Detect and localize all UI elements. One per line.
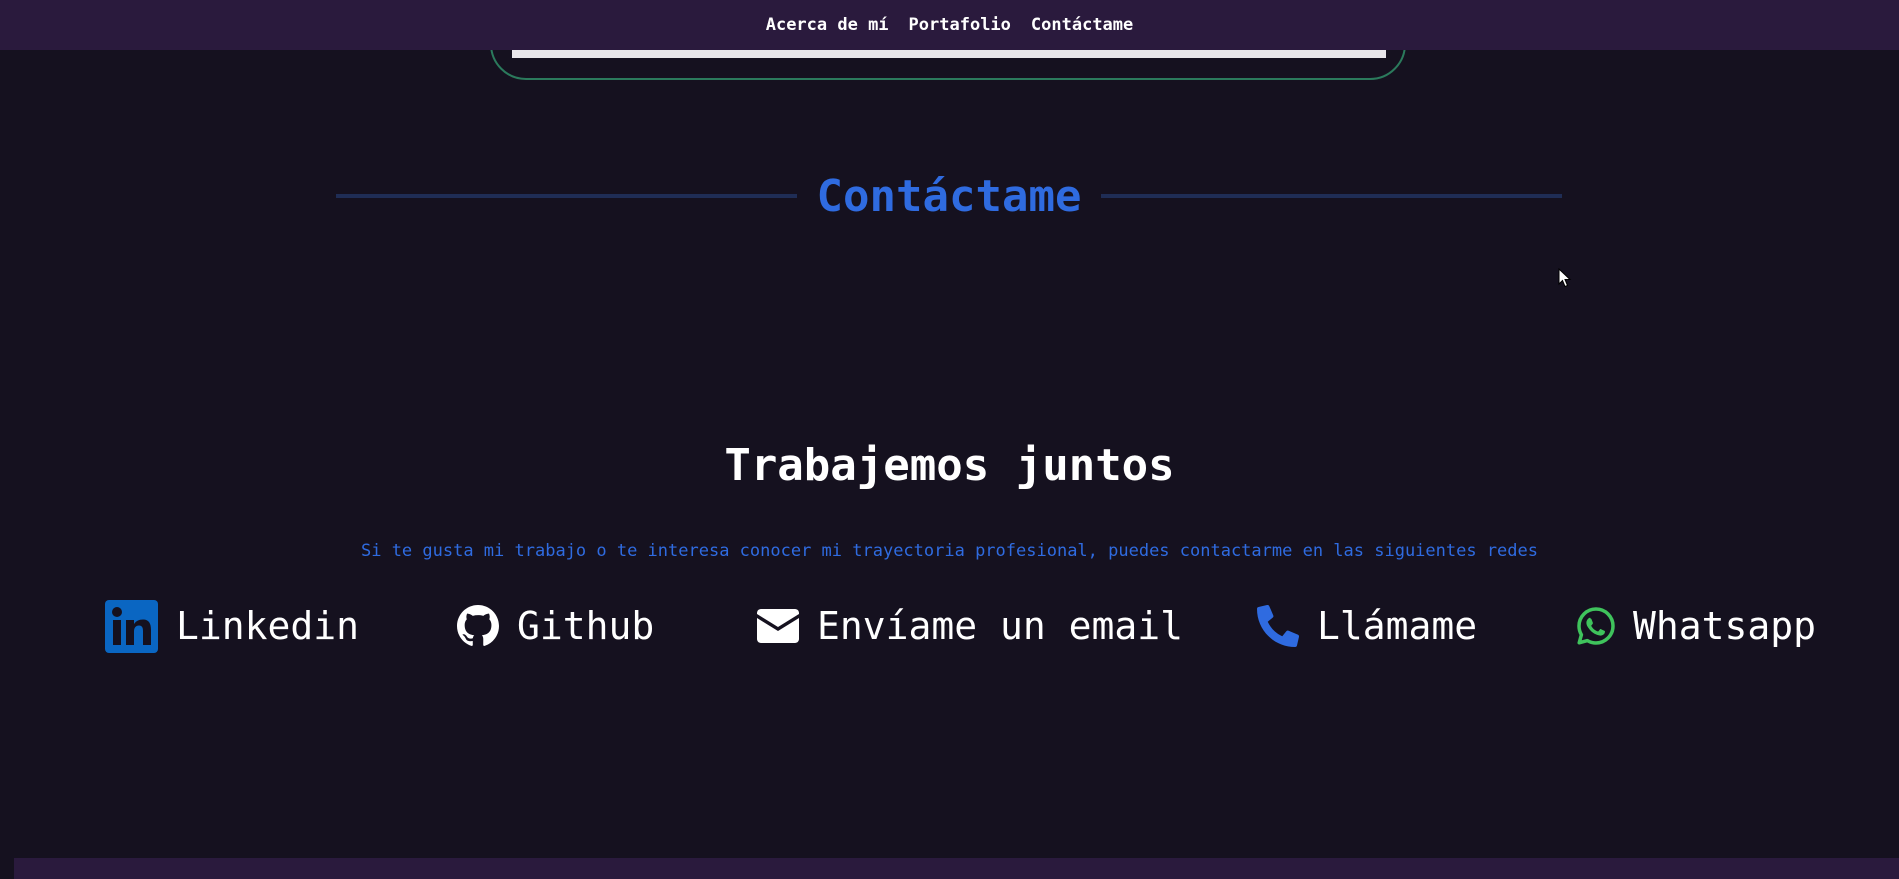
contact-label-email: Envíame un email <box>817 604 1184 648</box>
contact-link-linkedin[interactable]: Linkedin <box>105 598 359 654</box>
contact-link-whatsapp[interactable]: Whatsapp <box>1577 598 1816 654</box>
contact-link-email[interactable]: Envíame un email <box>757 598 1183 654</box>
contact-label-whatsapp: Whatsapp <box>1633 604 1817 648</box>
top-navbar: Acerca de mí Portafolio Contáctame <box>0 0 1899 50</box>
contact-description: Si te gusta mi trabajo o te interesa con… <box>360 541 1538 561</box>
title-divider-right <box>1101 194 1562 198</box>
contact-section-title: Contáctame <box>816 170 1082 222</box>
contact-section-header: Contáctame <box>336 166 1562 226</box>
contact-label-phone: Llámame <box>1317 604 1478 648</box>
contact-links: Linkedin Github Envíame un email Llámame <box>0 598 1899 654</box>
linkedin-icon <box>105 599 158 653</box>
contact-label-linkedin: Linkedin <box>176 604 360 648</box>
whatsapp-icon <box>1577 607 1615 645</box>
phone-icon <box>1257 605 1299 647</box>
envelope-icon <box>757 609 799 643</box>
contact-link-github[interactable]: Github <box>457 598 654 654</box>
nav-link-portfolio[interactable]: Portafolio <box>909 15 1011 35</box>
nav-link-about[interactable]: Acerca de mí <box>766 15 889 35</box>
footer-bar <box>14 858 1899 879</box>
contact-link-phone[interactable]: Llámame <box>1257 598 1477 654</box>
mouse-cursor-icon <box>1558 267 1572 292</box>
contact-subheading: Trabajemos juntos <box>724 440 1175 491</box>
title-divider-left <box>336 194 797 198</box>
github-icon <box>457 605 499 647</box>
contact-label-github: Github <box>517 604 655 648</box>
nav-link-contact[interactable]: Contáctame <box>1031 15 1133 35</box>
